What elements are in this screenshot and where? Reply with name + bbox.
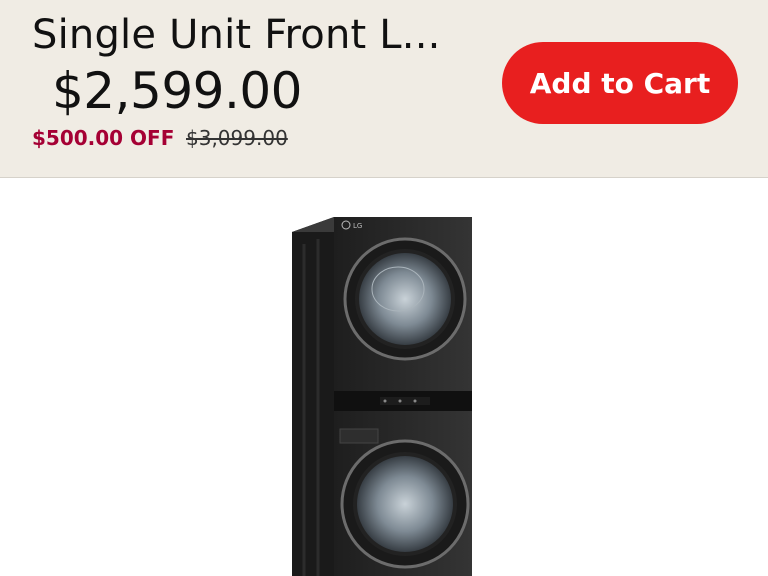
add-to-cart-button[interactable]: Add to Cart [502, 42, 738, 124]
product-title: Single Unit Front L... [32, 12, 441, 58]
sticky-product-bar: Single Unit Front L... $2,599.00 $500.00… [0, 0, 768, 178]
original-price: $3,099.00 [186, 126, 288, 150]
lg-logo: LG [353, 222, 362, 230]
discount-badge: $500.00 OFF [32, 126, 175, 150]
product-price: $2,599.00 [52, 62, 302, 120]
product-image[interactable]: LG [0, 179, 768, 576]
washtower-illustration: LG [292, 217, 472, 576]
